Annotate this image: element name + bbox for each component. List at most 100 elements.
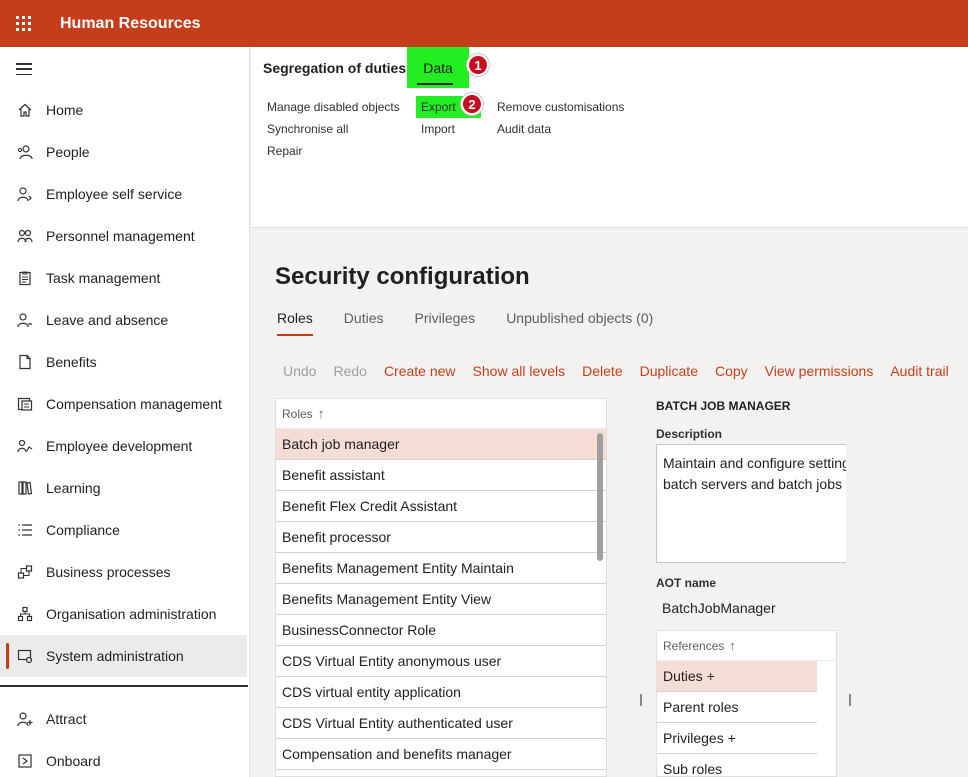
redo-button[interactable]: Redo	[333, 363, 366, 379]
table-row[interactable]: Benefit assistant	[276, 460, 606, 491]
person-growth-icon	[16, 437, 34, 455]
description-label: Description	[656, 427, 723, 441]
nav-secondary: Attract Onboard	[0, 698, 249, 777]
person-add-icon	[16, 710, 34, 728]
view-permissions-button[interactable]: View permissions	[765, 363, 874, 379]
process-flow-icon	[16, 563, 34, 581]
person-leave-icon	[16, 311, 34, 329]
nav-item-people[interactable]: People	[0, 131, 249, 173]
nav-item-compensation-management[interactable]: Compensation management	[0, 383, 249, 425]
nav-item-personnel-management[interactable]: Personnel management	[0, 215, 249, 257]
delete-button[interactable]: Delete	[582, 363, 622, 379]
table-row[interactable]: Benefit Flex Credit Assistant	[276, 491, 606, 522]
table-row[interactable]: Parent roles	[657, 692, 817, 723]
tab-segregation-of-duties[interactable]: Segregation of duties	[263, 60, 406, 76]
sort-ascending-icon: ↑	[729, 638, 736, 653]
sort-ascending-icon: ↑	[317, 406, 325, 421]
nav-item-onboard[interactable]: Onboard	[0, 740, 249, 777]
document-icon	[16, 353, 34, 371]
table-row[interactable]: CDS virtual entity application	[276, 677, 606, 708]
audit-data-button[interactable]: Audit data	[497, 118, 624, 140]
roles-column-header[interactable]: Roles ↑	[276, 399, 606, 429]
nav-label: Organisation administration	[46, 606, 217, 622]
system-admin-icon	[16, 647, 34, 665]
nav-label: People	[46, 144, 90, 160]
audit-trail-button[interactable]: Audit trail	[890, 363, 948, 379]
table-row[interactable]: Benefits Management Entity Maintain	[276, 553, 606, 584]
nav-item-attract[interactable]: Attract	[0, 698, 249, 740]
repair-button[interactable]: Repair	[267, 140, 400, 162]
tab-data[interactable]: Data	[407, 47, 469, 88]
nav-item-compliance[interactable]: Compliance	[0, 509, 249, 551]
group-icon	[16, 227, 34, 245]
role-title: BATCH JOB MANAGER	[656, 399, 791, 413]
role-details: BATCH JOB MANAGER Description Maintain a…	[656, 398, 856, 623]
nav-item-employee-development[interactable]: Employee development	[0, 425, 249, 467]
duplicate-button[interactable]: Duplicate	[640, 363, 698, 379]
description-line: Maintain and configure settings for	[663, 455, 846, 471]
table-row[interactable]: Privileges +	[657, 723, 817, 754]
nav-item-employee-self-service[interactable]: Employee self service	[0, 173, 249, 215]
security-tabs: Roles Duties Privileges Unpublished obje…	[277, 310, 684, 338]
tab-duties[interactable]: Duties	[344, 310, 384, 338]
synchronise-all-button[interactable]: Synchronise all	[267, 118, 400, 140]
nav-item-learning[interactable]: Learning	[0, 467, 249, 509]
org-chart-icon	[16, 605, 34, 623]
nav-item-leave-and-absence[interactable]: Leave and absence	[0, 299, 249, 341]
tab-roles[interactable]: Roles	[277, 310, 313, 338]
page-title: Security configuration	[275, 263, 530, 290]
references-column-header[interactable]: References ↑	[657, 631, 836, 661]
app-launcher-button[interactable]	[0, 0, 47, 47]
nav-item-business-processes[interactable]: Business processes	[0, 551, 249, 593]
copy-button[interactable]: Copy	[715, 363, 748, 379]
nav-label: Compliance	[46, 522, 120, 538]
action-pane-tabs: Segregation of duties	[251, 47, 406, 88]
nav-item-benefits[interactable]: Benefits	[0, 341, 249, 383]
nav-label: System administration	[46, 648, 184, 664]
home-icon	[16, 101, 34, 119]
table-row[interactable]: CDS Virtual Entity anonymous user	[276, 646, 606, 677]
main-content: Security configuration Roles Duties Priv…	[251, 229, 968, 777]
tab-unpublished-objects[interactable]: Unpublished objects (0)	[506, 310, 653, 338]
nav-item-home[interactable]: Home	[0, 89, 249, 131]
tab-privileges[interactable]: Privileges	[414, 310, 475, 338]
hamburger-menu-icon[interactable]	[16, 63, 32, 75]
top-bar: Human Resources	[0, 0, 968, 47]
remove-customisations-button[interactable]: Remove customisations	[497, 96, 624, 118]
roles-scrollbar[interactable]	[597, 433, 603, 561]
action-group-customisations: Remove customisations Audit data	[497, 96, 624, 140]
aot-name-field: BatchJobManager	[656, 593, 846, 623]
books-icon	[16, 479, 34, 497]
table-row[interactable]: CDS Virtual Entity authenticated user	[276, 708, 606, 739]
navigation-pane: Home People Employee self service Person…	[0, 47, 250, 777]
nav-label: Home	[46, 102, 84, 118]
checklist-icon	[16, 521, 34, 539]
create-new-button[interactable]: Create new	[384, 363, 456, 379]
aot-name-label: AOT name	[656, 576, 717, 590]
import-button[interactable]: Import	[421, 118, 481, 140]
nav-item-organisation-administration[interactable]: Organisation administration	[0, 593, 249, 635]
nav-item-task-management[interactable]: Task management	[0, 257, 249, 299]
app-title[interactable]: Human Resources	[60, 15, 201, 33]
toolbar: Undo Redo Create new Show all levels Del…	[283, 363, 966, 379]
nav-label: Business processes	[46, 564, 171, 580]
undo-button[interactable]: Undo	[283, 363, 316, 379]
table-row[interactable]: Duties +	[657, 661, 817, 692]
table-row[interactable]: Benefits Management Entity View	[276, 584, 606, 615]
nav-label: Employee self service	[46, 186, 183, 202]
table-row[interactable]: Batch job manager	[276, 429, 606, 460]
table-row[interactable]: Benefit processor	[276, 522, 606, 553]
description-line: batch servers and batch jobs	[663, 476, 842, 492]
splitter-handle-right[interactable]	[849, 694, 851, 706]
nav-modules: Home People Employee self service Person…	[0, 89, 249, 677]
table-row[interactable]: Compensation and benefits manager	[276, 739, 606, 770]
door-icon	[16, 752, 34, 770]
splitter-handle-left[interactable]	[640, 694, 642, 706]
show-all-levels-button[interactable]: Show all levels	[473, 363, 566, 379]
manage-disabled-objects-button[interactable]: Manage disabled objects	[267, 96, 400, 118]
table-row[interactable]: Sub roles	[657, 754, 817, 776]
references-grid: References ↑ Duties + Parent roles Privi…	[656, 630, 837, 777]
description-field[interactable]: Maintain and configure settings for batc…	[656, 444, 846, 563]
table-row[interactable]: BusinessConnector Role	[276, 615, 606, 646]
nav-item-system-administration[interactable]: System administration	[0, 635, 247, 677]
